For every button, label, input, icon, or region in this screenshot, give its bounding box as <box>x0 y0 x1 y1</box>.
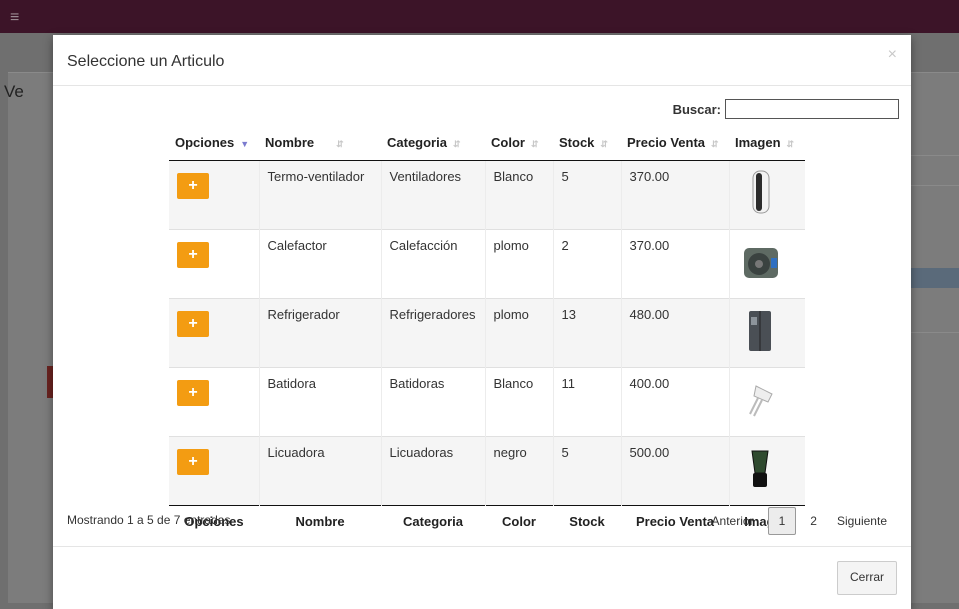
sort-icon: ⇵ <box>336 139 344 149</box>
close-icon[interactable]: × <box>888 46 897 64</box>
cell-nombre: Licuadora <box>258 436 381 506</box>
background-divider <box>906 185 959 186</box>
column-footer-categoria: Categoria <box>381 505 485 537</box>
cell-imagen <box>728 160 805 230</box>
add-article-button[interactable]: + <box>177 380 209 406</box>
column-header-opciones[interactable]: Opciones ▼ <box>169 125 259 161</box>
cell-stock: 13 <box>552 298 621 368</box>
cell-categoria: Refrigeradores <box>380 298 485 368</box>
column-footer-color: Color <box>485 505 553 537</box>
cell-categoria: Ventiladores <box>380 160 485 230</box>
background-divider <box>906 332 959 333</box>
column-footer-stock: Stock <box>553 505 621 537</box>
sort-asc-icon: ▼ <box>240 139 250 149</box>
column-footer-nombre: Nombre <box>259 505 381 537</box>
pagination: Anterior 1 2 Siguiente <box>702 507 897 535</box>
sort-icon: ⇵ <box>452 139 461 149</box>
cell-imagen <box>728 367 805 437</box>
cell-color: plomo <box>484 229 553 299</box>
menu-icon: ≡ <box>10 9 20 26</box>
modal-title: Seleccione un Articulo <box>67 53 225 70</box>
add-article-button[interactable]: + <box>177 242 209 268</box>
table-row: + Refrigerador Refrigeradores plomo 13 4… <box>169 298 805 368</box>
refrigerator-image <box>748 311 771 351</box>
cell-stock: 2 <box>552 229 621 299</box>
cell-precio: 400.00 <box>620 367 729 437</box>
cell-nombre: Batidora <box>258 367 381 437</box>
articles-table: Opciones ▼ Nombre ⇵ Categoria ⇵ Color ⇵ Stoc… <box>169 125 805 537</box>
column-header-categoria[interactable]: Categoria ⇵ <box>381 125 485 161</box>
search-label: Buscar: <box>672 101 721 117</box>
cell-opciones: + <box>169 298 259 368</box>
heater-tower-image <box>752 170 769 214</box>
blender-image <box>750 450 769 487</box>
close-button[interactable]: Cerrar <box>836 561 897 595</box>
cell-imagen <box>728 229 805 299</box>
add-article-button[interactable]: + <box>177 311 209 337</box>
pagination-page-1[interactable]: 1 <box>767 507 797 535</box>
cell-categoria: Calefacción <box>380 229 485 299</box>
cell-opciones: + <box>169 367 259 437</box>
cell-categoria: Licuadoras <box>380 436 485 506</box>
modal-footer: Cerrar <box>53 546 911 609</box>
cell-stock: 11 <box>552 367 621 437</box>
cell-stock: 5 <box>552 436 621 506</box>
fan-heater-image <box>743 248 778 278</box>
table-header-row: Opciones ▼ Nombre ⇵ Categoria ⇵ Color ⇵ Stoc… <box>169 125 805 161</box>
cell-nombre: Calefactor <box>258 229 381 299</box>
cell-color: plomo <box>484 298 553 368</box>
cell-nombre: Termo-ventilador <box>258 160 381 230</box>
app-topbar: ≡ <box>0 0 959 33</box>
add-article-button[interactable]: + <box>177 449 209 475</box>
cell-imagen <box>728 298 805 368</box>
cell-precio: 370.00 <box>620 229 729 299</box>
column-header-stock[interactable]: Stock ⇵ <box>553 125 621 161</box>
column-header-precio-venta[interactable]: Precio Venta ⇵ <box>621 125 729 161</box>
table-row: + Licuadora Licuadoras negro 5 500.00 <box>169 436 805 506</box>
background-page-title: Ve <box>4 82 24 101</box>
column-header-imagen[interactable]: Imagen ⇵ <box>729 125 805 161</box>
cell-nombre: Refrigerador <box>258 298 381 368</box>
pagination-previous[interactable]: Anterior <box>702 508 764 534</box>
background-selected-row <box>906 268 959 288</box>
modal-header: Seleccione un Articulo × <box>53 35 911 86</box>
cell-categoria: Batidoras <box>380 367 485 437</box>
sort-icon: ⇵ <box>711 139 719 149</box>
cell-stock: 5 <box>552 160 621 230</box>
cell-precio: 480.00 <box>620 298 729 368</box>
pagination-page-2[interactable]: 2 <box>800 508 827 534</box>
cell-imagen <box>728 436 805 506</box>
search-input[interactable] <box>725 99 899 119</box>
sort-icon: ⇵ <box>530 139 539 149</box>
cell-opciones: + <box>169 161 259 230</box>
column-header-color[interactable]: Color ⇵ <box>485 125 553 161</box>
cell-opciones: + <box>169 229 259 299</box>
column-header-nombre[interactable]: Nombre ⇵ <box>259 125 381 161</box>
cell-opciones: + <box>169 436 259 506</box>
background-divider <box>906 155 959 156</box>
table-row: + Termo-ventilador Ventiladores Blanco 5… <box>169 160 805 230</box>
sort-icon: ⇵ <box>786 139 795 149</box>
pagination-next[interactable]: Siguiente <box>827 508 897 534</box>
sort-icon: ⇵ <box>600 139 608 149</box>
search-box: Buscar: <box>673 99 899 119</box>
cell-color: Blanco <box>484 367 553 437</box>
table-row: + Batidora Batidoras Blanco 11 400.00 <box>169 367 805 437</box>
cell-color: negro <box>484 436 553 506</box>
cell-precio: 500.00 <box>620 436 729 506</box>
table-row: + Calefactor Calefacción plomo 2 370.00 <box>169 229 805 299</box>
select-article-modal: Seleccione un Articulo × Buscar: Opcione… <box>53 35 911 609</box>
add-article-button[interactable]: + <box>177 173 209 199</box>
hand-mixer-image <box>748 385 773 417</box>
table-info: Mostrando 1 a 5 de 7 entradas <box>67 513 231 527</box>
cell-precio: 370.00 <box>620 160 729 230</box>
cell-color: Blanco <box>484 160 553 230</box>
